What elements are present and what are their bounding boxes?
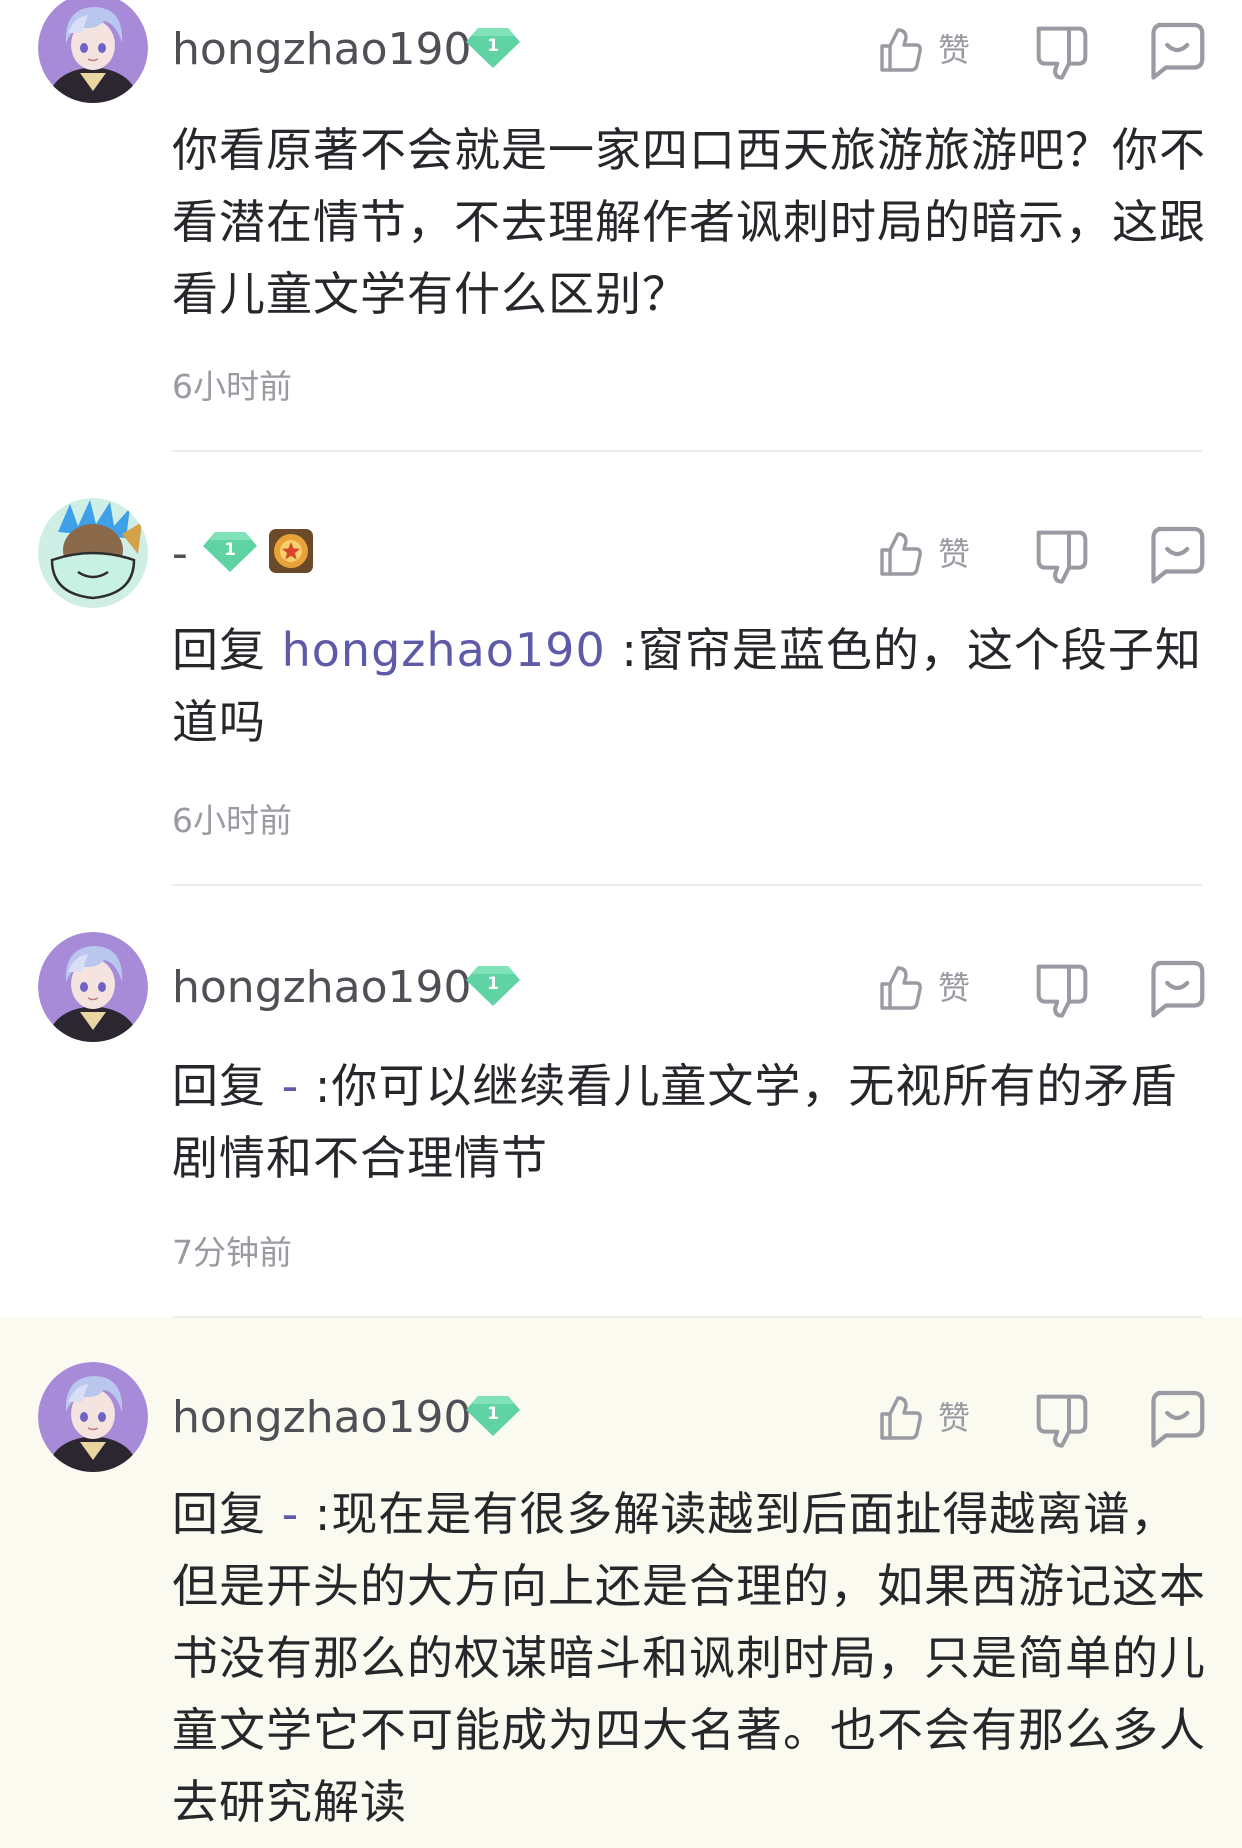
medal-badge-icon xyxy=(268,528,314,574)
comment-list[interactable]: hongzhao190 赞 你看原著不会就是一家四口西天旅游旅游吧？你不看潜在情… xyxy=(0,0,1242,1848)
avatar-image xyxy=(38,1362,148,1472)
comment-text: 回复 - :你可以继续看儿童文学，无视所有的矛盾剧情和不合理情节 xyxy=(172,1050,1212,1194)
level-badge-icon xyxy=(466,964,520,1008)
username[interactable]: - xyxy=(172,532,188,576)
separator: : xyxy=(314,1487,332,1541)
username[interactable]: hongzhao190 xyxy=(172,966,471,1010)
mention-link[interactable]: hongzhao190 xyxy=(282,623,606,677)
like-button[interactable]: 赞 xyxy=(876,1388,986,1448)
comment-item: hongzhao190 赞 你看原著不会就是一家四口西天旅游旅游吧？你不看潜在情… xyxy=(0,0,1242,452)
reply-bubble-icon[interactable] xyxy=(1146,1388,1206,1448)
username[interactable]: hongzhao190 xyxy=(172,1396,471,1440)
reply-prefix: 回复 xyxy=(172,1487,266,1541)
user-avatar[interactable] xyxy=(38,1362,148,1472)
thumbs-up-icon xyxy=(876,1394,924,1442)
reply-bubble-icon[interactable] xyxy=(1146,20,1206,80)
like-label: 赞 xyxy=(938,31,971,69)
thumbs-down-icon[interactable] xyxy=(1034,22,1090,82)
comment-time: 6小时前 xyxy=(172,801,292,840)
comment-item: hongzhao190 赞 回复 - :你可以继续看儿童文学，无视所有的矛盾剧情… xyxy=(0,886,1242,1318)
comment-time: 7分钟前 xyxy=(172,1233,292,1272)
comment-text: 回复 - :现在是有很多解读越到后面扯得越离谱，但是开头的大方向上还是合理的，如… xyxy=(172,1478,1212,1838)
avatar-image xyxy=(38,498,148,608)
thumbs-down-icon[interactable] xyxy=(1034,960,1090,1020)
reply-bubble-icon[interactable] xyxy=(1146,958,1206,1018)
user-avatar[interactable] xyxy=(38,0,148,103)
like-button[interactable]: 赞 xyxy=(876,20,986,80)
reply-prefix: 回复 xyxy=(172,623,266,677)
like-label: 赞 xyxy=(938,969,971,1007)
mention-link[interactable]: - xyxy=(282,1487,300,1541)
thumbs-up-icon xyxy=(876,530,924,578)
thumbs-down-icon[interactable] xyxy=(1034,526,1090,586)
comment-time: 6小时前 xyxy=(172,367,292,406)
like-label: 赞 xyxy=(938,1399,971,1437)
comment-text: 回复 hongzhao190 :窗帘是蓝色的，这个段子知道吗 xyxy=(172,614,1212,758)
thumbs-up-icon xyxy=(876,26,924,74)
comment-body: 你看原著不会就是一家四口西天旅游旅游吧？你不看潜在情节，不去理解作者讽刺时局的暗… xyxy=(172,123,1206,321)
reply-bubble-icon[interactable] xyxy=(1146,524,1206,584)
thumbs-up-icon xyxy=(876,964,924,1012)
comment-item: - 赞 回复 hongzhao190 :窗帘是蓝色的，这个段子知道吗 6小时前 xyxy=(0,452,1242,886)
username[interactable]: hongzhao190 xyxy=(172,28,471,72)
thumbs-down-icon[interactable] xyxy=(1034,1390,1090,1450)
user-avatar[interactable] xyxy=(38,498,148,608)
like-button[interactable]: 赞 xyxy=(876,524,986,584)
mention-link[interactable]: - xyxy=(282,1059,300,1113)
like-button[interactable]: 赞 xyxy=(876,958,986,1018)
like-label: 赞 xyxy=(938,535,971,573)
comment-item-highlighted: hongzhao190 赞 回复 - :现在是有很多解读越到后面扯得越离谱，但是… xyxy=(0,1318,1242,1848)
level-badge-icon xyxy=(203,530,257,574)
separator: : xyxy=(314,1059,332,1113)
level-badge-icon xyxy=(466,1394,520,1438)
level-badge-icon xyxy=(466,26,520,70)
user-avatar[interactable] xyxy=(38,932,148,1042)
separator: : xyxy=(621,623,638,677)
avatar-image xyxy=(38,932,148,1042)
avatar-image xyxy=(38,0,148,103)
comment-text: 你看原著不会就是一家四口西天旅游旅游吧？你不看潜在情节，不去理解作者讽刺时局的暗… xyxy=(172,114,1212,330)
reply-prefix: 回复 xyxy=(172,1059,266,1113)
